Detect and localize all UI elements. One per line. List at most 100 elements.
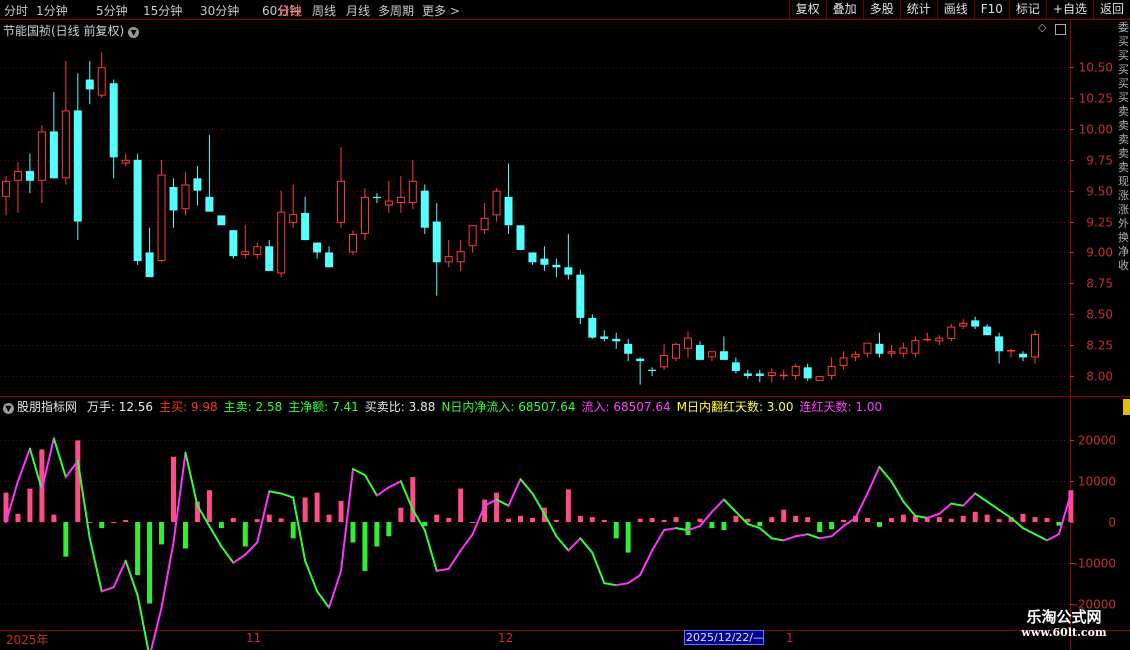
candle-body-down [265, 246, 274, 271]
net-flow-segment [902, 500, 917, 517]
inflow-bar [230, 517, 236, 522]
outflow-bar [876, 522, 882, 527]
candle-body-down [313, 242, 322, 253]
inflow-bar [589, 517, 595, 522]
chevron-down-icon[interactable]: ▼ [128, 27, 140, 38]
price-tick-label: 9.75 [1086, 154, 1113, 168]
net-flow-segment [1045, 533, 1060, 542]
inflow-bar [673, 517, 679, 522]
candle-body-up [277, 211, 286, 274]
candle-body-up [911, 340, 920, 354]
outflow-bar [613, 522, 619, 539]
net-flow-segment [459, 533, 474, 552]
candle-body-down [803, 367, 812, 379]
candle-body-down [695, 345, 704, 360]
indicator-menu-icon[interactable]: ▼ [3, 403, 14, 414]
candle-body-down [1019, 353, 1028, 358]
inflow-bar [888, 517, 894, 522]
quote-side-label: 涨 [1118, 203, 1129, 216]
net-flow-segment [136, 594, 150, 650]
candle-body-up [468, 225, 477, 247]
candle-body-down [504, 196, 513, 226]
indicator-value-7: M日内翻红天数: 3.00 [676, 400, 794, 414]
indicator-name[interactable]: 股朋指标网 [17, 400, 77, 414]
outflow-bar [350, 522, 356, 543]
candle-body-up [660, 354, 669, 368]
outflow-bar [182, 522, 188, 549]
inflow-bar [254, 519, 260, 522]
candle-body-up [492, 190, 501, 216]
inflow-bar [470, 522, 476, 523]
net-flow-segment [280, 492, 295, 499]
price-tick-label: 8.00 [1086, 370, 1113, 384]
candle-body-up [767, 372, 776, 376]
net-flow-segment [387, 480, 402, 489]
inflow-bar [960, 515, 966, 522]
x-label-3: 1 [786, 631, 794, 645]
candle-body-down [648, 369, 657, 372]
indicator-side-tab[interactable] [1123, 399, 1130, 415]
inflow-bar [864, 517, 870, 522]
candle-body-up [37, 131, 46, 181]
inflow-bar [410, 477, 416, 522]
candle-body-up [289, 214, 298, 223]
net-flow-segment [663, 527, 678, 532]
net-flow-segment [184, 451, 199, 507]
net-flow-segment [938, 502, 953, 515]
net-flow-segment [519, 478, 534, 495]
inflow-bar [769, 517, 775, 522]
price-tick-label: 10.25 [1079, 92, 1113, 106]
price-tick-label: 10.00 [1079, 123, 1113, 137]
net-flow-segment [363, 474, 378, 497]
outflow-bar [218, 522, 224, 529]
net-flow-segment [531, 492, 546, 515]
inflow-bar [51, 514, 57, 522]
net-flow-segment [268, 490, 283, 495]
candle-body-up [959, 322, 968, 327]
net-flow-segment [375, 486, 390, 497]
candle-body-down [85, 79, 94, 90]
candle-body-down [971, 320, 980, 327]
quote-side-label: 买 [1118, 91, 1129, 104]
outflow-bar [829, 522, 835, 530]
inflow-bar [171, 456, 177, 522]
net-flow-segment [304, 559, 319, 593]
indicator-value-3: 主净额: 7.41 [288, 400, 359, 414]
outflow-bar [721, 522, 727, 531]
candle-body-down [564, 267, 573, 275]
inflow-bar [577, 515, 583, 522]
quote-side-label: 外 [1118, 217, 1129, 230]
net-flow-segment [974, 492, 989, 503]
outflow-bar [709, 522, 715, 529]
candle-body-down [432, 221, 441, 263]
candle-body-up [456, 251, 465, 263]
candle-body-down [169, 186, 178, 211]
diamond-icon[interactable]: ◇ [1038, 21, 1046, 34]
net-flow-segment [1034, 533, 1048, 542]
price-tick-label: 8.50 [1086, 308, 1113, 322]
net-flow-segment [615, 582, 630, 587]
outflow-bar [757, 522, 763, 527]
quote-side-label: 收 [1118, 259, 1129, 272]
net-flow-segment [567, 537, 582, 552]
inflow-bar [841, 519, 847, 522]
candle-body-up [61, 110, 70, 179]
candle-body-up [2, 180, 10, 197]
candle-body-down [624, 343, 633, 354]
net-flow-segment [591, 551, 606, 585]
outflow-bar [135, 522, 141, 575]
net-flow-segment [890, 480, 905, 503]
inflow-bar [434, 514, 440, 522]
candle-body-up [863, 342, 872, 354]
window-toggle-icon[interactable] [1055, 24, 1066, 35]
outflow-bar [386, 522, 392, 537]
candle-body-up [1031, 333, 1039, 358]
candle-body-down [576, 274, 585, 318]
candle-body-up [384, 200, 393, 206]
candle-body-down [719, 351, 728, 360]
candle-body-down [229, 230, 238, 257]
net-flow-segment [986, 500, 1001, 511]
candle-body-up [707, 351, 716, 358]
candle-body-up [181, 184, 190, 210]
indicator-value-8: 连红天数: 1.00 [799, 400, 883, 414]
